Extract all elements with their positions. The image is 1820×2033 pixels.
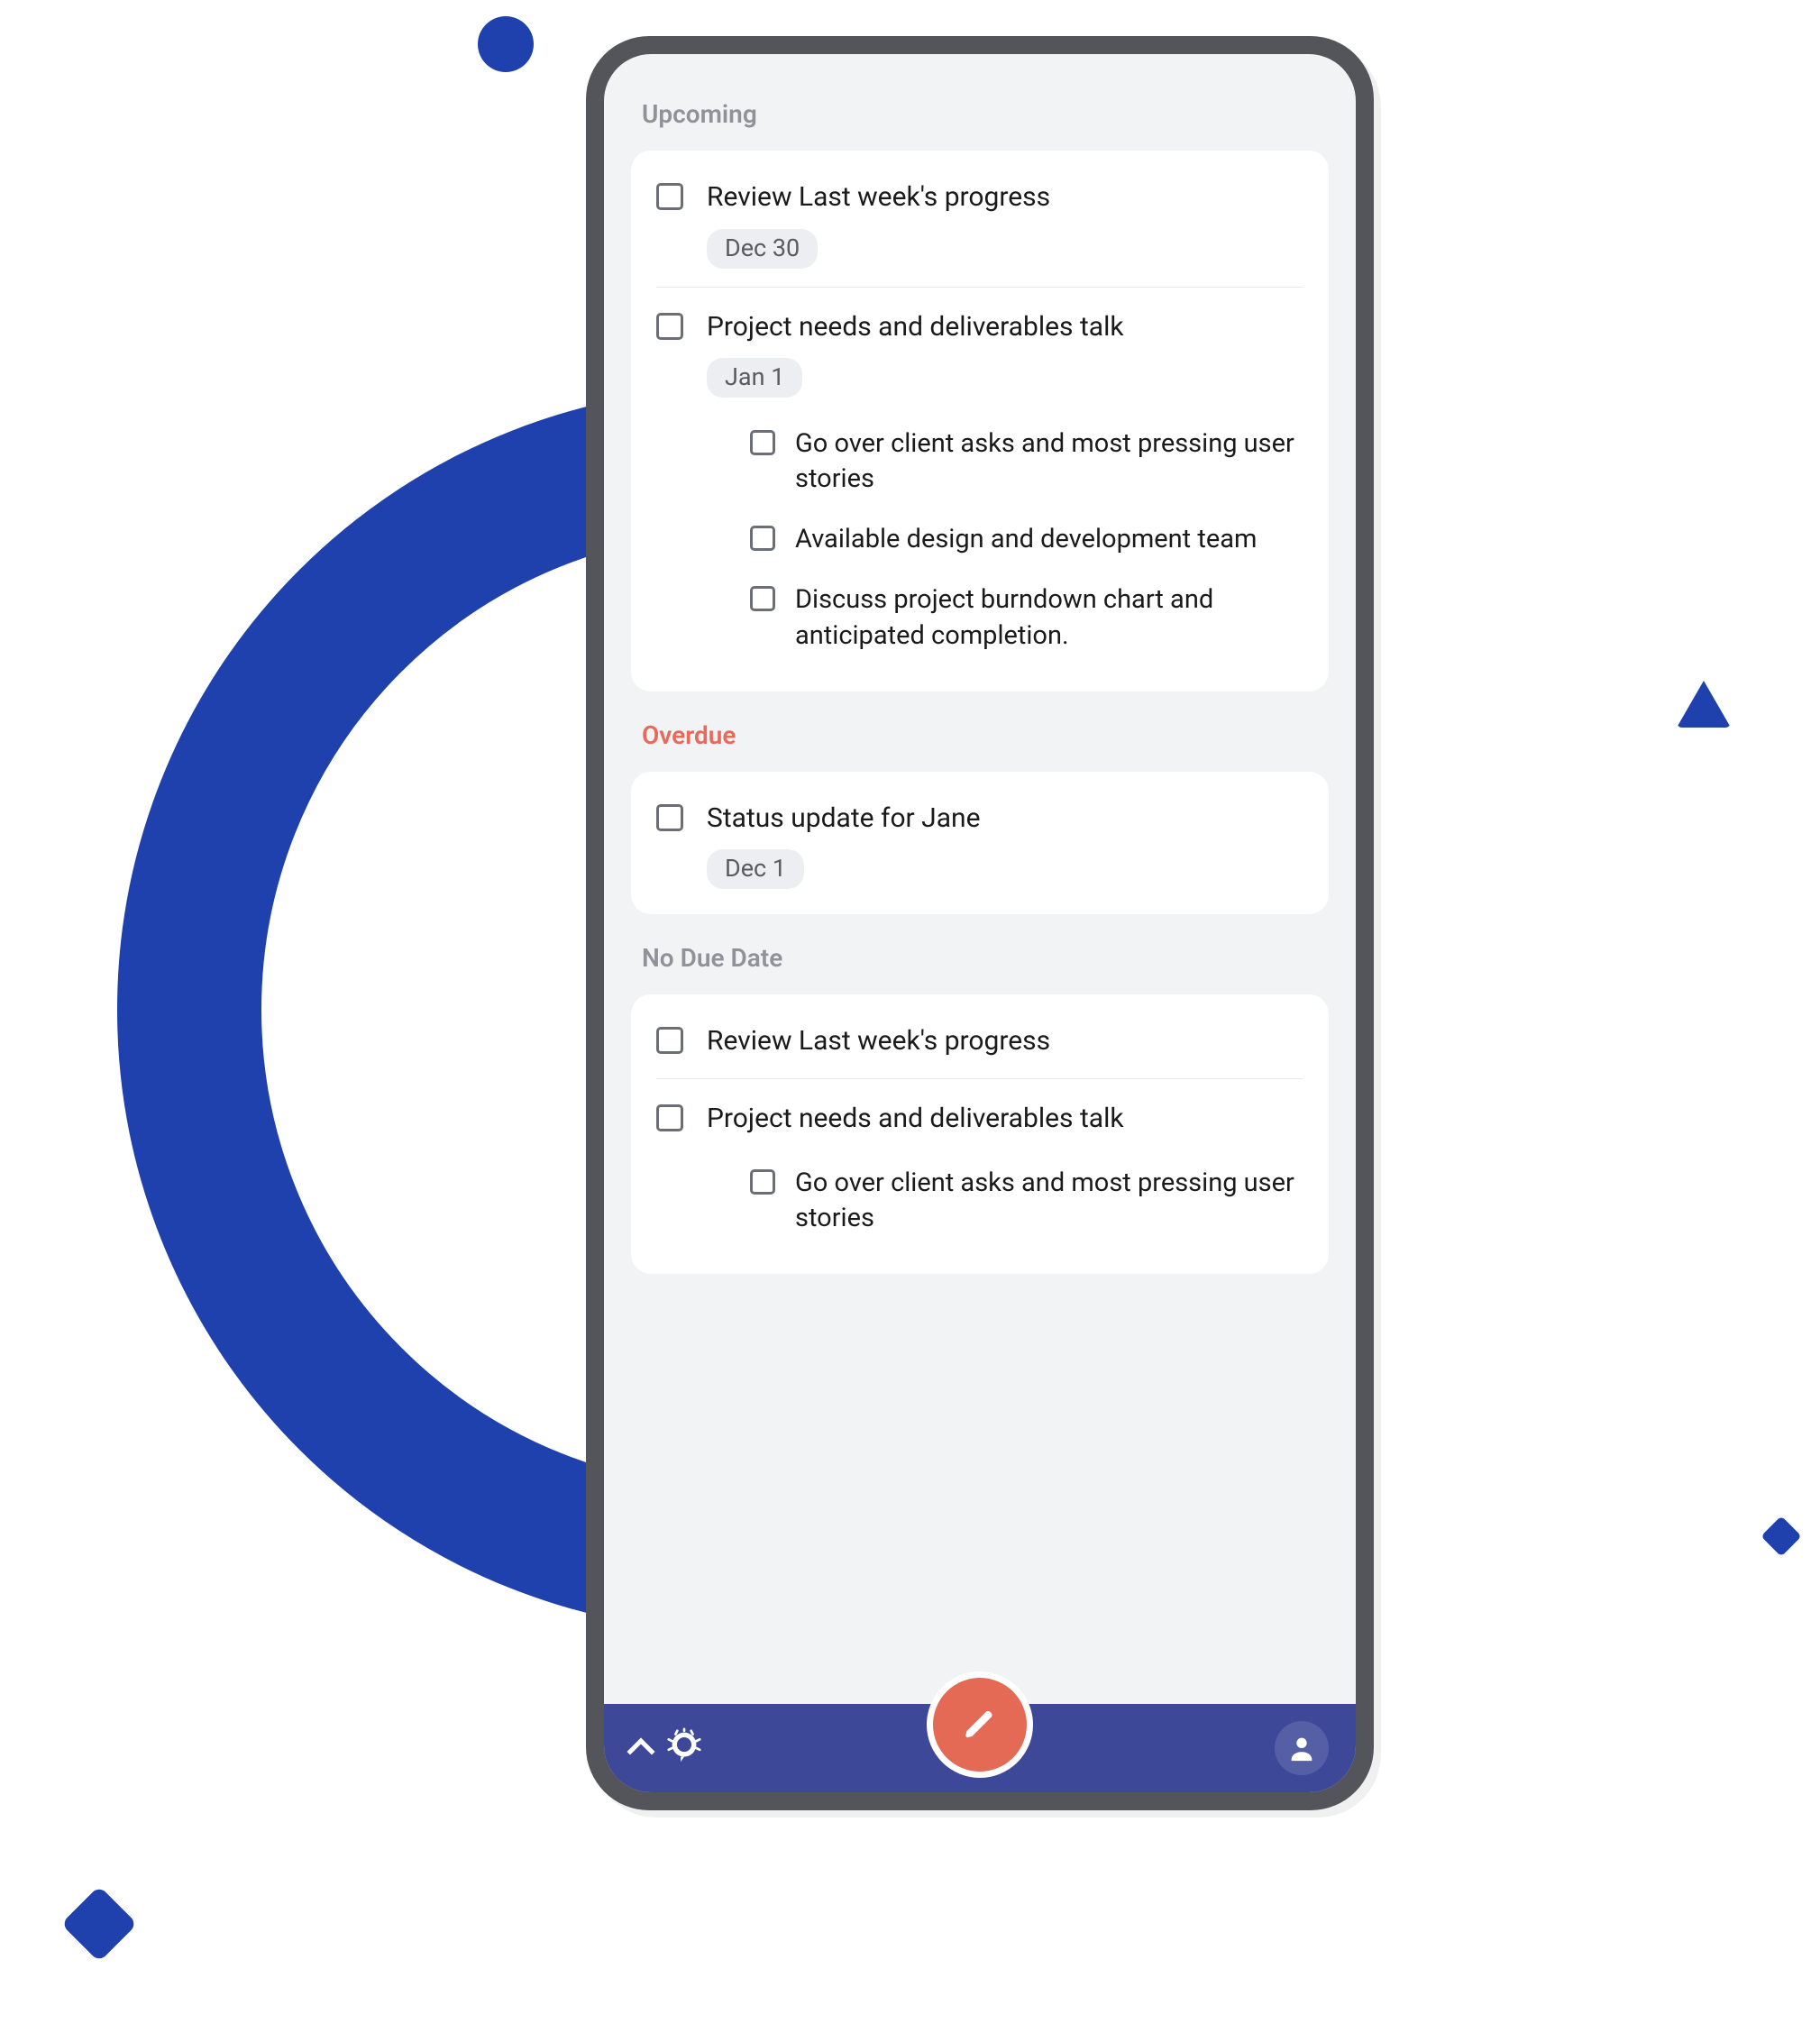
subtask-row[interactable]: Available design and development team (707, 509, 1303, 570)
subtask-title: Discuss project burndown chart and antic… (795, 582, 1303, 653)
nodue-card: Review Last week's progress Project need… (631, 994, 1329, 1274)
checkbox-icon[interactable] (750, 430, 775, 455)
task-row[interactable]: Project needs and deliverables talk Jan … (656, 288, 1303, 684)
subtask-row[interactable]: Go over client asks and most pressing us… (707, 1153, 1303, 1249)
phone-screen: Upcoming Review Last week's progress Dec… (604, 54, 1356, 1792)
expand-button[interactable] (631, 1735, 651, 1762)
bg-dot-icon (478, 16, 534, 72)
overdue-card: Status update for Jane Dec 1 (631, 772, 1329, 915)
compose-button[interactable] (933, 1678, 1027, 1772)
checkbox-icon[interactable] (656, 804, 683, 831)
task-title: Project needs and deliverables talk (707, 1101, 1303, 1138)
task-title: Review Last week's progress (707, 179, 1303, 216)
subtask-row[interactable]: Go over client asks and most pressing us… (707, 414, 1303, 509)
subtask-title: Go over client asks and most pressing us… (795, 426, 1303, 497)
checkbox-icon[interactable] (656, 313, 683, 340)
task-row[interactable]: Review Last week's progress Dec 30 (656, 158, 1303, 288)
task-list-scroll[interactable]: Upcoming Review Last week's progress Dec… (604, 54, 1356, 1792)
chat-button[interactable] (663, 1726, 705, 1771)
task-title: Status update for Jane (707, 801, 1303, 838)
subtask-title: Available design and development team (795, 522, 1303, 557)
task-title: Review Last week's progress (707, 1023, 1303, 1060)
checkbox-icon[interactable] (656, 183, 683, 210)
upcoming-card: Review Last week's progress Dec 30 Proje… (631, 151, 1329, 691)
task-row[interactable]: Status update for Jane Dec 1 (656, 779, 1303, 908)
chat-icon (663, 1726, 705, 1767)
bg-triangle-icon (194, 1224, 255, 1275)
subtask-title: Go over client asks and most pressing us… (795, 1166, 1303, 1236)
bg-diamond-icon (1761, 1516, 1801, 1556)
section-header-overdue: Overdue (631, 691, 1329, 772)
person-icon (1286, 1733, 1317, 1763)
bg-triangle-icon (1677, 681, 1731, 728)
pencil-icon (963, 1708, 997, 1742)
task-row[interactable]: Review Last week's progress (656, 1002, 1303, 1079)
subtask-row[interactable]: Discuss project burndown chart and antic… (707, 570, 1303, 665)
chevron-up-icon (626, 1737, 654, 1765)
checkbox-icon[interactable] (750, 526, 775, 551)
date-chip: Dec 30 (707, 229, 818, 269)
phone-frame: Upcoming Review Last week's progress Dec… (586, 36, 1374, 1810)
checkbox-icon[interactable] (656, 1104, 683, 1131)
task-row[interactable]: Project needs and deliverables talk Go o… (656, 1079, 1303, 1268)
task-title: Project needs and deliverables talk (707, 309, 1303, 346)
date-chip: Dec 1 (707, 849, 804, 889)
section-header-nodue: No Due Date (631, 914, 1329, 994)
bg-diamond-icon (61, 1886, 138, 1963)
profile-button[interactable] (1275, 1721, 1329, 1775)
checkbox-icon[interactable] (656, 1027, 683, 1054)
section-header-upcoming: Upcoming (631, 70, 1329, 151)
date-chip: Jan 1 (707, 358, 802, 398)
fab-container (927, 1671, 1033, 1778)
checkbox-icon[interactable] (750, 1169, 775, 1195)
checkbox-icon[interactable] (750, 586, 775, 611)
